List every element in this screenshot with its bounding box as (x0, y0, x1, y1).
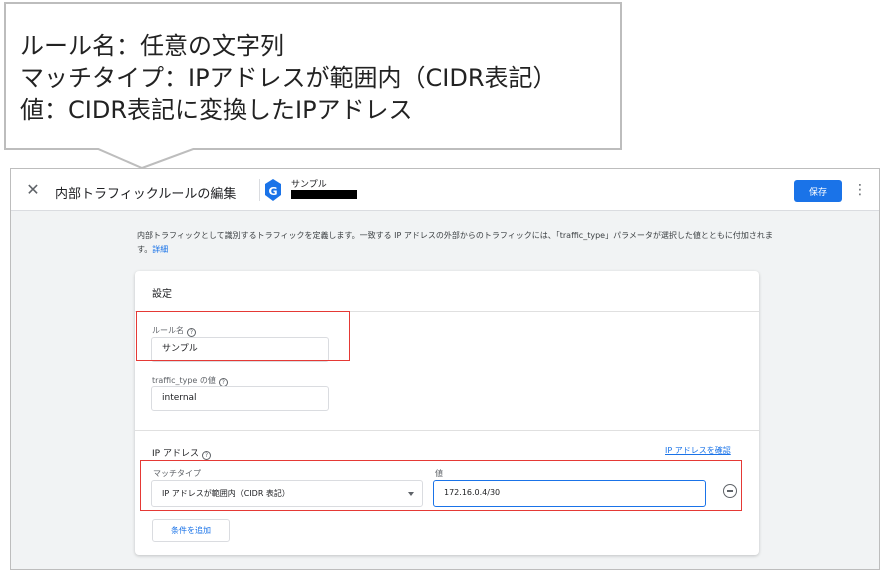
callout-match-type-note: マッチタイプ：IPアドレスが範囲内（CIDR表記） (20, 64, 557, 92)
ip-value-input[interactable]: 172.16.0.4/30 (433, 480, 706, 507)
close-icon[interactable]: ✕ (23, 180, 43, 200)
help-icon[interactable]: ? (201, 451, 211, 460)
match-type-value: IP アドレスが範囲内（CIDR 表記） (162, 489, 290, 498)
value-label: 値 (435, 469, 443, 478)
rule-name-input[interactable]: サンプル (151, 337, 329, 362)
rule-name-label-text: ルール名 (152, 326, 184, 335)
chevron-down-icon (408, 492, 414, 496)
top-bar: ✕ 内部トラフィックルールの編集 G サンプル 保存 ⋮ (11, 169, 879, 211)
section-divider (135, 430, 759, 431)
page-title: 内部トラフィックルールの編集 (55, 187, 237, 202)
edit-internal-traffic-rule-window: ✕ 内部トラフィックルールの編集 G サンプル 保存 ⋮ 内部トラフィックとして… (10, 168, 880, 570)
check-ip-address-link[interactable]: IP アドレスを確認 (665, 445, 731, 456)
traffic-type-input[interactable]: internal (151, 386, 329, 411)
match-type-select[interactable]: IP アドレスが範囲内（CIDR 表記） (151, 480, 423, 507)
annotation-callout: ルール名：任意の文字列 マッチタイプ：IPアドレスが範囲内（CIDR表記） 値：… (4, 2, 622, 150)
rule-name-label: ルール名? (152, 325, 196, 337)
ip-address-title-text: IP アドレス (152, 449, 199, 459)
match-type-label: マッチタイプ (153, 469, 201, 478)
callout-value-note: 値：CIDR表記に変換したIPアドレス (20, 96, 413, 124)
svg-text:G: G (268, 185, 277, 198)
title-divider (259, 179, 260, 201)
traffic-type-label-text: traffic_type の値 (152, 376, 216, 385)
callout-tail (96, 148, 196, 170)
learn-more-link[interactable]: 詳細 (152, 245, 168, 254)
settings-card: 設定 ルール名? サンプル traffic_type の値? internal … (135, 271, 759, 555)
analytics-property-icon: G (265, 179, 281, 201)
save-button[interactable]: 保存 (794, 180, 842, 202)
settings-title: 設定 (152, 289, 172, 300)
remove-circle-icon[interactable] (723, 484, 737, 498)
rule-description: 内部トラフィックとして識別するトラフィックを定義します。一致する IP アドレス… (137, 229, 777, 257)
ip-address-section-title: IP アドレス? (152, 446, 211, 460)
redacted-property-id (291, 190, 357, 199)
add-condition-button[interactable]: 条件を追加 (152, 519, 230, 542)
more-options-icon[interactable]: ⋮ (853, 180, 867, 200)
callout-rule-name-note: ルール名：任意の文字列 (20, 32, 284, 60)
property-name: サンプル (291, 180, 327, 190)
card-divider (135, 311, 759, 312)
description-text: 内部トラフィックとして識別するトラフィックを定義します。一致する IP アドレス… (137, 231, 773, 254)
help-icon[interactable]: ? (187, 328, 196, 337)
